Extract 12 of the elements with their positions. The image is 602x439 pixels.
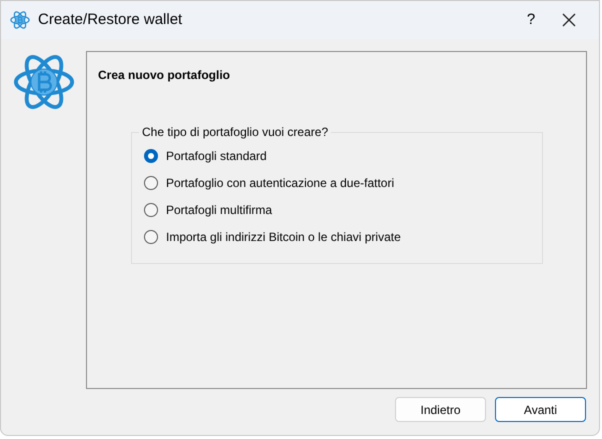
app-logo-icon <box>10 10 30 30</box>
dialog-button[interactable]: Avanti <box>495 397 586 422</box>
window-title: Create/Restore wallet <box>38 10 182 30</box>
wallet-type-radio[interactable]: Portafogli standard <box>144 147 542 165</box>
group-title: Che tipo di portafoglio vuoi creare? <box>139 125 332 139</box>
page-heading: Crea nuovo portafoglio <box>98 67 231 84</box>
wallet-type-radio[interactable]: Portafogli multifirma <box>144 201 542 219</box>
dialog-button[interactable]: Indietro <box>395 397 486 422</box>
help-button[interactable]: ? <box>508 5 554 35</box>
close-icon[interactable] <box>562 13 576 27</box>
wallet-type-radio[interactable]: Importa gli indirizzi Bitcoin o le chiavi private <box>144 228 542 246</box>
wallet-type-radio[interactable]: Portafoglio con autenticazione a due-fattori <box>144 174 542 192</box>
